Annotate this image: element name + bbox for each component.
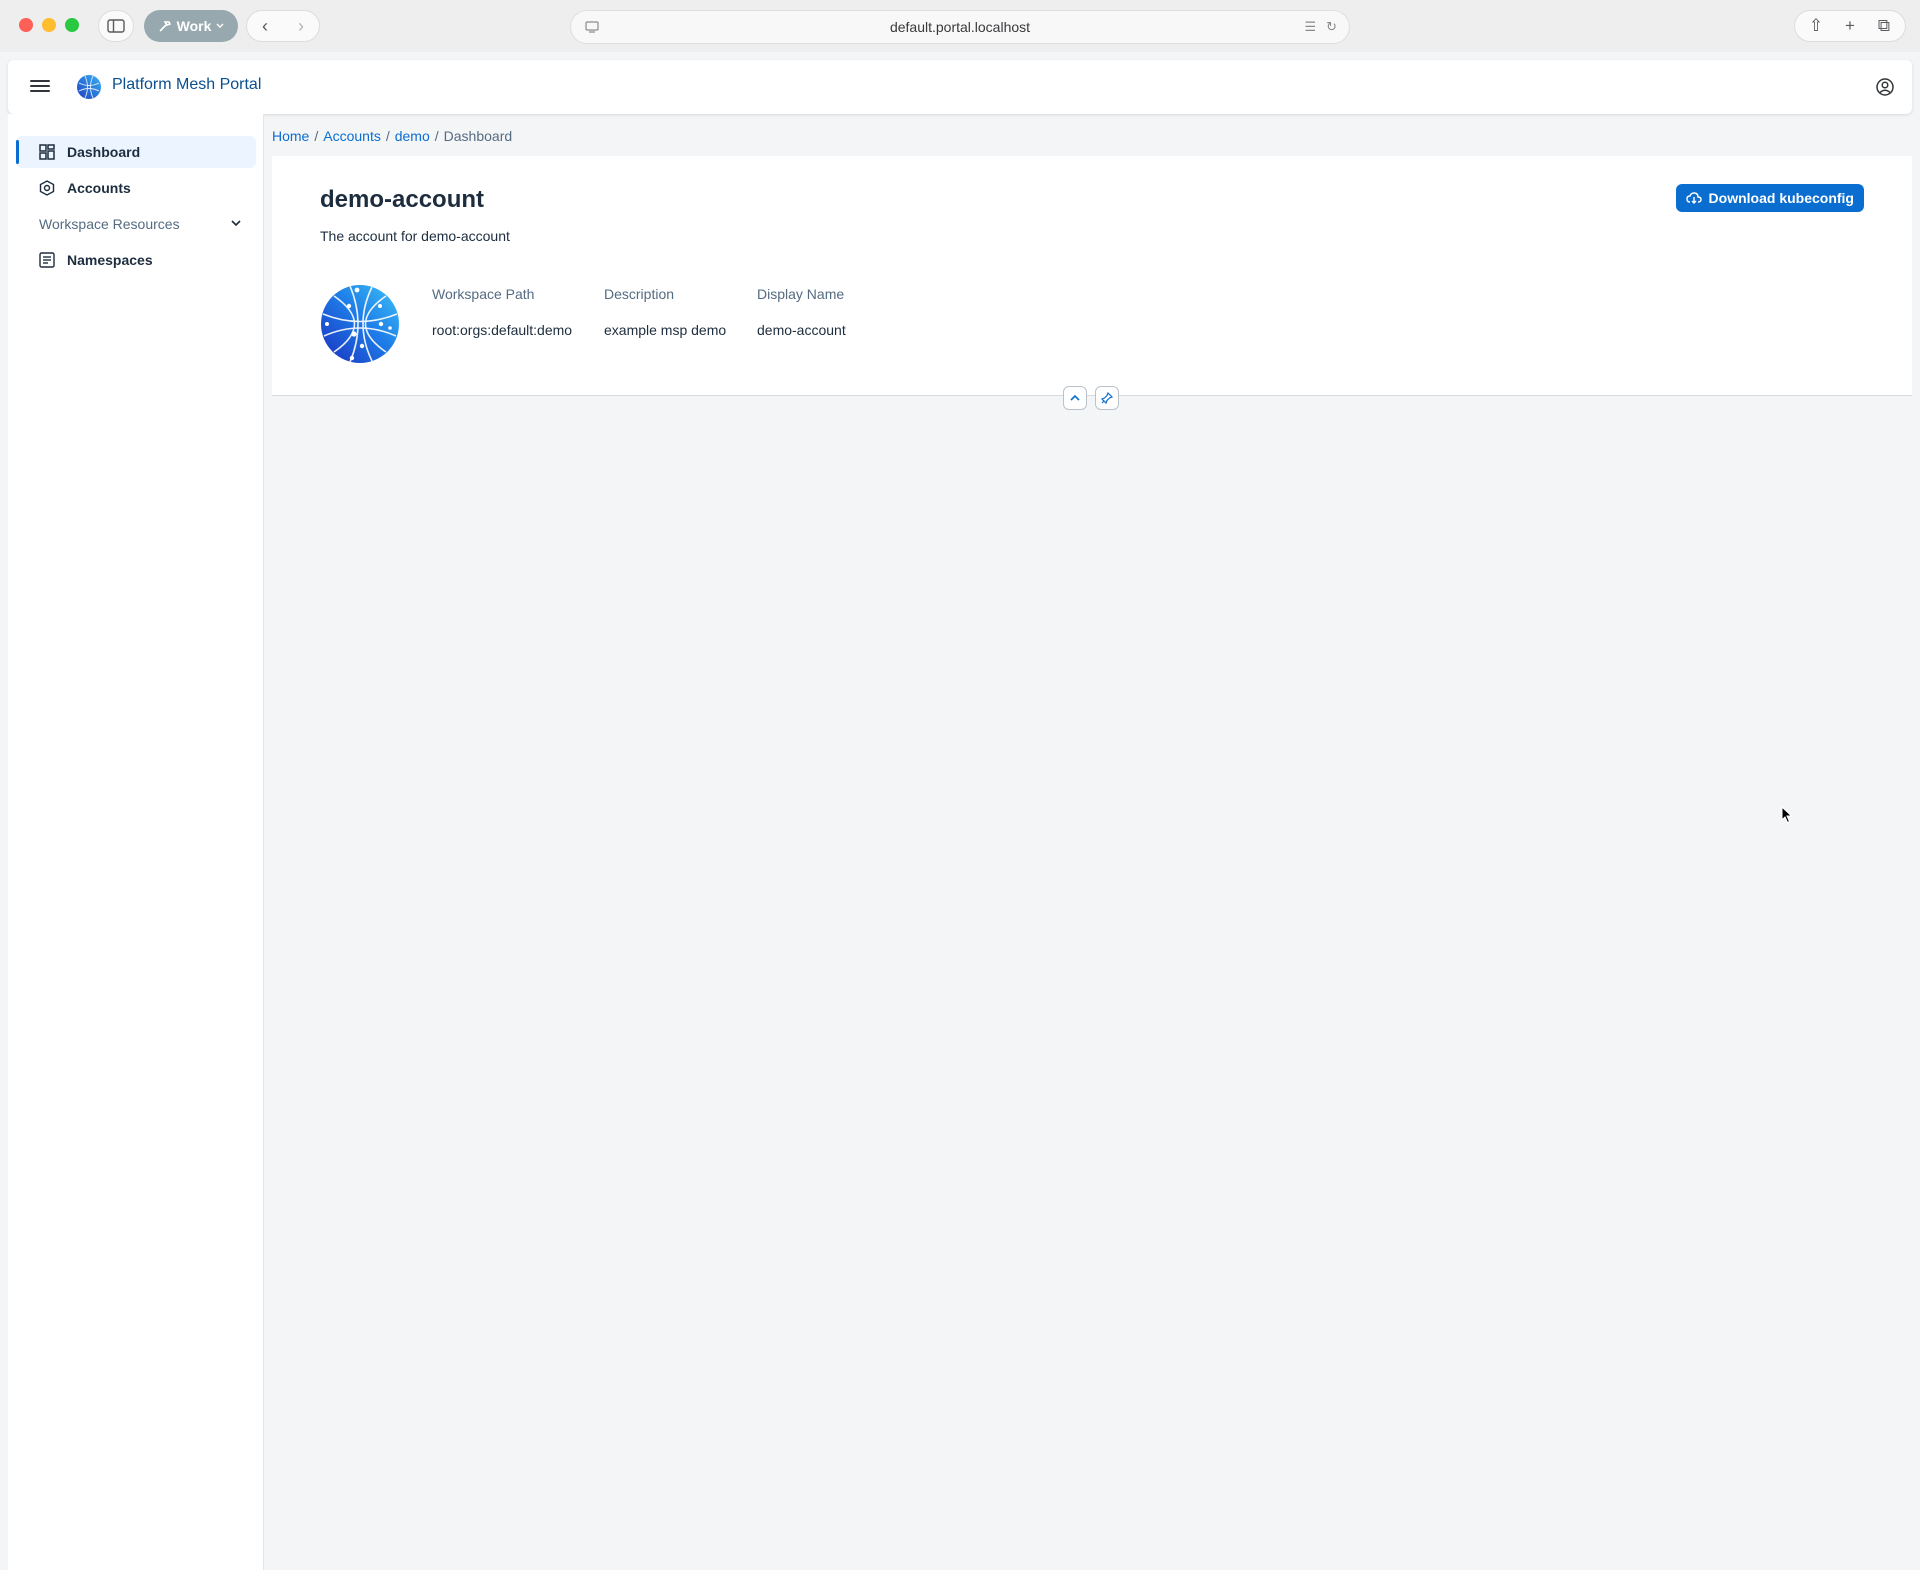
sidebar-item-dashboard[interactable]: Dashboard: [16, 136, 256, 168]
sidebar-icon: [107, 19, 125, 33]
page-title: demo-account: [320, 186, 485, 213]
browser-toolbar: Work ‹ › default.portal.localhost ☰ ↻ ⇧ …: [0, 0, 1920, 52]
pin-header-button[interactable]: [1095, 386, 1119, 410]
dashboard-icon: [39, 144, 55, 160]
browser-window: Work ‹ › default.portal.localhost ☰ ↻ ⇧ …: [0, 0, 1920, 1570]
breadcrumb-separator: /: [385, 128, 390, 144]
chevron-up-icon: [1070, 394, 1080, 401]
close-window-button[interactable]: [19, 18, 33, 32]
minimize-window-button[interactable]: [42, 18, 56, 32]
account-avatar-globe: [321, 285, 399, 363]
app-logo-icon: [77, 75, 101, 99]
new-tab-icon[interactable]: +: [1835, 16, 1865, 36]
facet-value: root:orgs:default:demo: [432, 322, 573, 338]
facet-workspace-path: Workspace Path root:orgs:default:demo: [432, 286, 572, 338]
download-kubeconfig-label: Download kubeconfig: [1708, 190, 1854, 206]
tab-overview-icon[interactable]: ⧉: [1869, 16, 1899, 36]
sidebar-item-accounts[interactable]: Accounts: [16, 172, 256, 204]
download-kubeconfig-button[interactable]: Download kubeconfig: [1675, 184, 1864, 212]
share-icon[interactable]: ⇧: [1801, 16, 1831, 36]
facet-label: Display Name: [757, 286, 845, 302]
collapse-header-button[interactable]: [1063, 386, 1087, 410]
page-subtitle: The account for demo-account: [320, 228, 510, 244]
back-icon[interactable]: ‹: [247, 16, 283, 37]
facet-display-name: Display Name demo-account: [757, 286, 846, 338]
accounts-icon: [39, 180, 55, 196]
breadcrumb-separator: /: [434, 128, 439, 144]
app-title[interactable]: Platform Mesh Portal: [112, 76, 261, 94]
sidebar-item-namespaces[interactable]: Namespaces: [16, 244, 256, 276]
facet-value: example msp demo: [604, 322, 727, 338]
forward-icon[interactable]: ›: [283, 16, 319, 37]
side-navigation: Dashboard Accounts Workspace Resources N…: [8, 114, 264, 1570]
breadcrumb-demo[interactable]: demo: [395, 128, 430, 144]
sidebar-item-label: Dashboard: [67, 144, 141, 160]
cloud-download-icon: [1685, 192, 1702, 204]
shell-bar: Platform Mesh Portal: [8, 60, 1912, 114]
sidebar-item-label: Namespaces: [67, 252, 153, 268]
url-text: default.portal.localhost: [889, 19, 1031, 35]
profile-label: Work: [176, 18, 212, 34]
sidebar-group-label: Workspace Resources: [39, 216, 180, 232]
namespaces-icon: [39, 252, 55, 268]
header-collapse-controls: [1063, 386, 1119, 410]
zoom-window-button[interactable]: [65, 18, 79, 32]
browser-actions: ⇧ + ⧉: [1794, 10, 1906, 42]
sidebar-item-label: Accounts: [67, 180, 131, 196]
mouse-cursor-icon: [1781, 806, 1793, 824]
sidebar-toggle-button[interactable]: [98, 10, 134, 42]
breadcrumb-home[interactable]: Home: [272, 128, 309, 144]
chevron-down-icon[interactable]: [230, 217, 242, 229]
breadcrumb-accounts[interactable]: Accounts: [323, 128, 381, 144]
facet-label: Description: [604, 286, 675, 302]
facet-description: Description example msp demo: [604, 286, 726, 338]
translate-icon[interactable]: ☰: [1304, 19, 1316, 35]
hammer-icon: [159, 21, 171, 32]
breadcrumb: Home / Accounts / demo / Dashboard: [272, 128, 512, 144]
reload-icon[interactable]: ↻: [1326, 19, 1337, 35]
menu-icon[interactable]: [30, 77, 50, 97]
sidebar-group-workspace-resources[interactable]: Workspace Resources: [16, 208, 256, 240]
profile-switcher[interactable]: Work: [144, 10, 238, 42]
object-page-header: demo-account The account for demo-accoun…: [272, 156, 1912, 396]
facet-label: Workspace Path: [432, 286, 535, 302]
user-avatar-icon[interactable]: [1876, 78, 1894, 96]
page-settings-icon[interactable]: [585, 20, 599, 36]
pin-icon: [1101, 392, 1113, 404]
facet-value: demo-account: [757, 322, 846, 338]
chevron-down-icon: [216, 23, 224, 28]
breadcrumb-current: Dashboard: [443, 128, 513, 144]
history-nav: ‹ ›: [246, 10, 320, 42]
breadcrumb-separator: /: [314, 128, 319, 144]
address-bar[interactable]: default.portal.localhost ☰ ↻: [570, 10, 1350, 44]
